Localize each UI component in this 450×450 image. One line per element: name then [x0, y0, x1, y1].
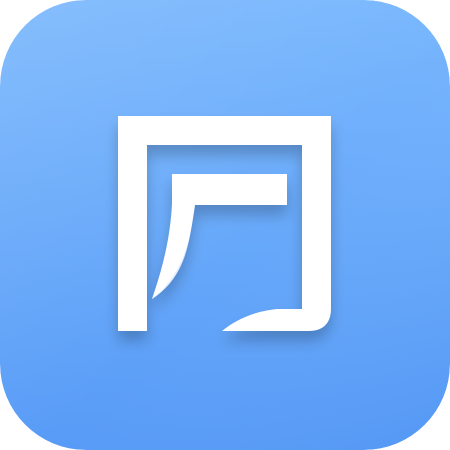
logo-mark-icon [0, 0, 450, 450]
icon-sheen [0, 0, 450, 450]
app-icon-canvas [0, 0, 450, 450]
app-icon[interactable] [0, 0, 450, 450]
